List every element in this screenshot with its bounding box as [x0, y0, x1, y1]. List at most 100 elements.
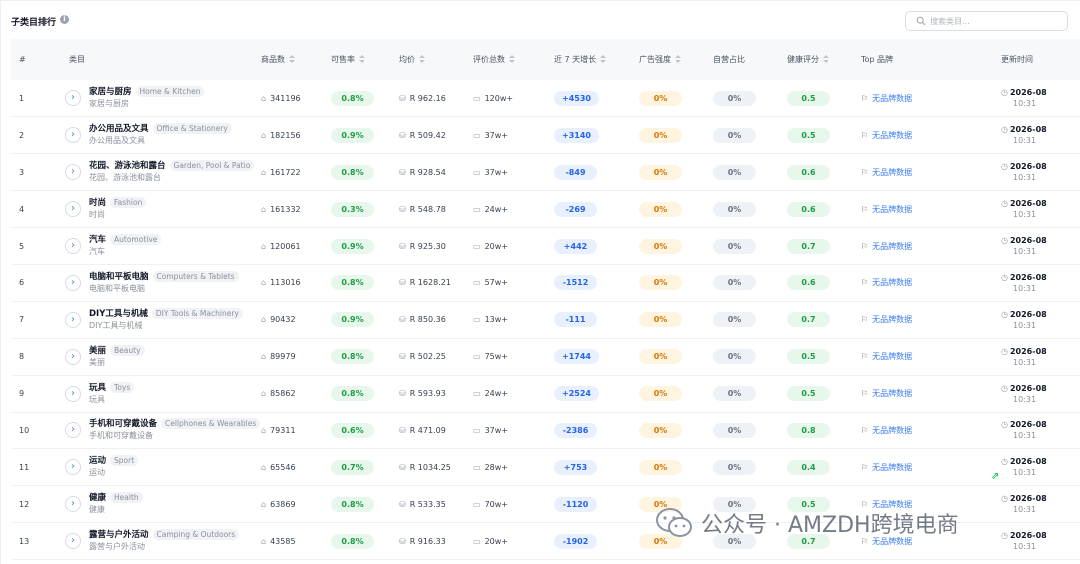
header-brand: Top 品牌 [861, 55, 894, 64]
ad-cell: 0% [639, 338, 713, 375]
header-growth[interactable]: 近 7 天增长 [554, 39, 639, 80]
bag-icon: ⌂ [261, 425, 267, 435]
table-row[interactable]: 7 › DIY工具与机械 DIY Tools & Machinery DIY工具与… [11, 301, 1080, 339]
table-row[interactable]: 5 › 汽车 Automotive 汽车 ⌂ 120061 0.9% ⛁ R 925.… [11, 228, 1080, 265]
brand-link[interactable]: 无品牌数据 [872, 389, 912, 398]
brand-link[interactable]: 无品牌数据 [872, 315, 912, 324]
updated-cell: ◷ 2026-08 10:31 [1001, 199, 1047, 220]
self-share-cell: 0% [713, 449, 787, 486]
category-name[interactable]: 时尚 [89, 198, 106, 208]
sort-icon[interactable] [359, 55, 365, 64]
brand-cell: ⚐ 无品牌数据 [861, 375, 1001, 412]
brand-link[interactable]: 无品牌数据 [872, 463, 912, 472]
rank-cell: 11 [19, 462, 30, 472]
table-row[interactable]: 4 › 时尚 Fashion 时尚 ⌂ 161332 0.3% ⛁ R 548.78 … [11, 191, 1080, 228]
category-name[interactable]: 运动 [89, 456, 106, 466]
table-row[interactable]: 3 › 花园、游泳池和露台 Garden, Pool & Patio 花园、游泳池… [11, 154, 1080, 191]
brand-link[interactable]: 无品牌数据 [872, 426, 912, 435]
chevron-right-icon[interactable]: › [65, 90, 81, 107]
brand-link[interactable]: 无品牌数据 [872, 168, 912, 177]
sort-icon[interactable] [419, 55, 425, 64]
table-row[interactable]: 10 › 手机和可穿戴设备 Cellphones & Wearables 手机和可… [11, 412, 1080, 449]
table-row[interactable]: 11 › 运动 Sport 运动 ⌂ 65546 0.7% ⛁ R 1034.25 ▭… [11, 449, 1080, 486]
panel-header: 子类目排行 i [1, 1, 1080, 39]
category-en-tag: Health [110, 492, 143, 504]
sort-icon[interactable] [600, 55, 607, 64]
sort-icon[interactable] [675, 55, 681, 64]
category-name[interactable]: 露营与户外活动 [89, 530, 149, 540]
table-row[interactable]: 8 › 美丽 Beauty 美丽 ⌂ 89979 0.8% ⛁ R 502.25 ▭ 7… [11, 338, 1080, 376]
chevron-right-icon[interactable]: › [65, 164, 81, 181]
sort-icon[interactable] [289, 55, 295, 64]
header-reviews[interactable]: 评价总数 [473, 39, 554, 80]
category-name[interactable]: 玩具 [89, 383, 106, 393]
bookmark-icon: ⚐ [861, 352, 869, 362]
reviews-cell: ▭ 20w+ [473, 241, 508, 251]
chevron-right-icon[interactable]: › [65, 496, 81, 513]
header-avg-price[interactable]: 均价 [399, 39, 473, 80]
brand-link[interactable]: 无品牌数据 [872, 352, 912, 361]
header-products[interactable]: 商品数 [261, 39, 331, 80]
brand-link[interactable]: 无品牌数据 [872, 94, 912, 103]
category-cell: › 电脑和平板电脑 Computers & Tablets 电脑和平板电脑 [61, 264, 261, 301]
products-cell: ⌂ 85862 [261, 389, 296, 399]
chevron-right-icon[interactable]: › [65, 533, 81, 550]
chevron-right-icon[interactable]: › [65, 348, 81, 365]
category-name[interactable]: 办公用品及文具 [89, 124, 149, 134]
ad-badge: 0% [639, 386, 682, 402]
growth-badge: -269 [554, 201, 597, 217]
rank-cell: 10 [19, 425, 30, 435]
header-ad[interactable]: 广告强度 [639, 39, 713, 80]
category-name[interactable]: 家居与厨房 [89, 87, 132, 97]
chevron-right-icon[interactable]: › [65, 311, 81, 328]
coin-icon: ⛁ [399, 425, 406, 435]
category-name[interactable]: DIY工具与机械 [89, 309, 148, 319]
category-name[interactable]: 电脑和平板电脑 [89, 272, 149, 282]
category-name[interactable]: 汽车 [89, 235, 106, 245]
category-name[interactable]: 健康 [89, 493, 106, 503]
table-row[interactable]: 1 › 家居与厨房 Home & Kitchen 家居与厨房 ⌂ 341196 0.… [11, 80, 1080, 117]
table-row[interactable]: 9 › 玩具 Toys 玩具 ⌂ 85862 0.8% ⛁ R 593.93 ▭ 24w… [11, 375, 1080, 413]
products-cell: ⌂ 89979 [261, 352, 296, 362]
search-box[interactable] [905, 11, 1068, 31]
health-badge: 0.7 [787, 312, 830, 328]
comment-icon: ▭ [473, 425, 481, 435]
info-icon[interactable]: i [60, 15, 69, 24]
health-cell: 0.4 [787, 449, 861, 486]
category-name[interactable]: 手机和可穿戴设备 [89, 419, 157, 429]
chevron-right-icon[interactable]: › [65, 238, 81, 254]
growth-badge: -111 [554, 312, 597, 328]
brand-link[interactable]: 无品牌数据 [872, 205, 912, 214]
health-badge: 0.7 [787, 238, 830, 254]
brand-link[interactable]: 无品牌数据 [872, 131, 912, 140]
comment-icon: ▭ [473, 389, 481, 399]
self-share-badge: 0% [713, 459, 756, 475]
health-badge: 0.5 [787, 386, 830, 402]
chevron-right-icon[interactable]: › [65, 385, 81, 402]
comment-icon: ▭ [473, 315, 481, 325]
search-input[interactable] [930, 14, 1060, 28]
sell-rate-badge: 0.8% [331, 349, 374, 365]
brand-link[interactable]: 无品牌数据 [872, 242, 912, 251]
table-row[interactable]: 6 › 电脑和平板电脑 Computers & Tablets 电脑和平板电脑 ⌂… [11, 264, 1080, 302]
sort-icon[interactable] [509, 55, 515, 64]
brand-cell: ⚐ 无品牌数据 [861, 264, 1001, 301]
self-share-cell: 0% [713, 117, 787, 154]
brand-link[interactable]: 无品牌数据 [872, 278, 912, 287]
chevron-right-icon[interactable]: › [65, 459, 81, 476]
bag-icon: ⌂ [261, 93, 267, 103]
category-name[interactable]: 美丽 [89, 346, 106, 356]
sort-icon[interactable] [823, 55, 829, 64]
category-subname: 时尚 [89, 210, 105, 220]
header-sell-rate[interactable]: 可售率 [331, 39, 399, 80]
header-health[interactable]: 健康评分 [787, 39, 861, 80]
category-en-tag: Computers & Tablets [152, 270, 239, 282]
chevron-right-icon[interactable]: › [65, 201, 81, 218]
chevron-right-icon[interactable]: › [65, 422, 81, 439]
self-share-badge: 0% [713, 275, 756, 291]
chevron-right-icon[interactable]: › [65, 274, 81, 291]
category-name[interactable]: 花园、游泳池和露台 [89, 161, 166, 171]
reviews-cell: ▭ 37w+ [473, 130, 508, 140]
chevron-right-icon[interactable]: › [65, 127, 81, 144]
table-row[interactable]: 2 › 办公用品及文具 Office & Stationery 办公用品及文具 ⌂… [11, 117, 1080, 154]
